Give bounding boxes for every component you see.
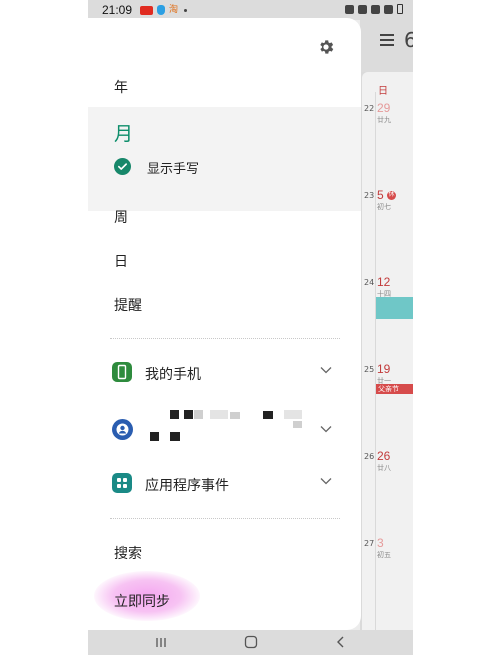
search-item[interactable]: 搜索 [114,543,142,563]
alarm-icon [345,4,354,14]
lunar-date: 初七 [377,203,391,211]
lunar-date: 初五 [377,551,391,559]
more-notifications-dot [184,8,187,12]
week-number: 24 [364,278,375,287]
week-number: 25 [364,365,375,374]
settings-gear-icon[interactable] [317,38,335,56]
view-month-label: 月 [114,123,134,145]
calendar-event[interactable] [376,297,413,319]
taobao-icon: 淘 [169,5,179,15]
calendar-month-title: 6 [404,28,413,52]
back-icon[interactable] [333,635,349,649]
calendar-my-phone[interactable]: 我的手机 [88,353,361,393]
status-time: 21:09 [102,3,133,17]
week-number: 23 [364,191,375,200]
view-year-item[interactable]: 年 [114,77,128,97]
view-month-item[interactable]: 月 显示手写 [88,107,361,211]
view-week-item[interactable]: 周 [114,207,128,227]
phone-screen: 21:09 淘 6 日 22 29 廿九 23 5 休 初七 24 12 十四 … [88,0,413,655]
calendar-grid: 日 22 29 廿九 23 5 休 初七 24 12 十四 25 19 廿一 父… [362,72,413,632]
date-cell[interactable]: 5 休 [377,188,397,202]
signal-icon [384,4,393,14]
date-cell[interactable]: 12 [377,275,390,289]
calendar-month-view: 6 日 22 29 廿九 23 5 休 初七 24 12 十四 25 19 廿一… [360,20,413,632]
date-cell[interactable]: 26 [377,449,390,463]
calendar-account[interactable] [88,408,361,454]
calendar-label: 我的手机 [145,367,201,383]
week-number: 22 [364,104,375,113]
calendar-label: 应用程序事件 [145,478,229,494]
recent-apps-icon[interactable] [153,635,169,649]
week-number-divider [375,92,376,632]
date-number: 5 [377,188,384,202]
navigation-drawer: 年 月 显示手写 周 日 提醒 我的手机 应用程序事件 搜索 立即同步 [88,18,361,630]
chevron-down-icon[interactable] [320,366,332,374]
fathers-day-event[interactable]: 父亲节 [376,384,413,394]
view-day-item[interactable]: 日 [114,251,128,271]
battery-icon [397,4,403,14]
show-handwriting-label[interactable]: 显示手写 [147,158,199,177]
column-header-sunday: 日 [378,86,388,97]
qq-icon [157,5,165,15]
lunar-date: 廿八 [377,464,391,472]
calendar-app-events[interactable]: 应用程序事件 [88,464,361,504]
section-divider [110,338,340,339]
calendar-toolbar: 6 [360,20,413,72]
phone-icon [112,362,132,382]
date-cell[interactable]: 3 [377,536,384,550]
wifi-icon [371,4,380,14]
section-divider [110,518,340,519]
date-cell[interactable]: 29 [377,101,390,115]
chevron-down-icon[interactable] [320,477,332,485]
account-icon [112,419,133,440]
checkmark-icon[interactable] [114,158,131,175]
week-number: 26 [364,452,375,461]
apps-icon [112,473,132,493]
sync-now-item[interactable]: 立即同步 [114,591,170,611]
mute-icon [358,4,367,14]
view-reminders-item[interactable]: 提醒 [114,295,142,315]
lunar-date: 廿九 [377,116,391,124]
holiday-badge: 休 [387,191,397,201]
chevron-down-icon[interactable] [320,425,332,433]
status-bar: 21:09 淘 [88,0,413,20]
week-number: 27 [364,539,375,548]
notification-icons: 淘 [140,5,187,15]
date-cell[interactable]: 19 [377,362,390,376]
status-right-icons [345,4,403,14]
system-nav-bar [88,630,413,655]
news-app-icon [140,5,153,15]
home-icon[interactable] [243,635,259,649]
menu-icon[interactable] [380,34,394,46]
